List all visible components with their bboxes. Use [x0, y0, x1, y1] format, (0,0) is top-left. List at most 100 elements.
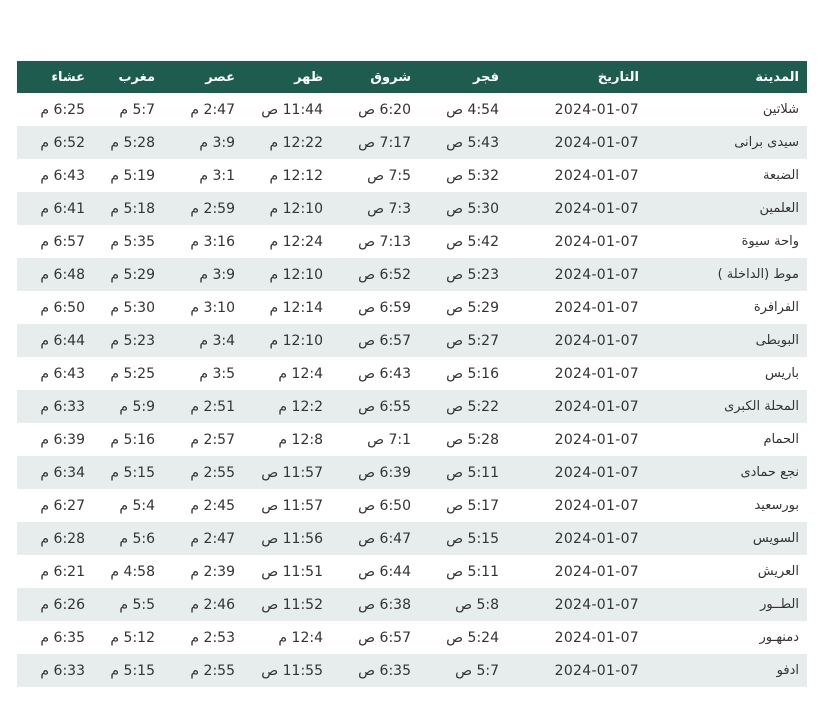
- sunrise-cell: 6:55 ص: [358, 398, 411, 415]
- table-row: نجع حمادى 2024-01-07 5:11 ص 6:39 ص 11:57 ص 2:…: [17, 456, 807, 489]
- dhuhr-cell: 11:51 ص: [261, 563, 323, 580]
- dhuhr-cell: 12:2 م: [278, 398, 323, 415]
- maghrib-cell: 5:19 م: [110, 167, 155, 184]
- date-cell: 2024-01-07: [554, 464, 639, 481]
- date-cell: 2024-01-07: [554, 299, 639, 316]
- table-row: شلاتين 2024-01-07 4:54 ص 6:20 ص 11:44 ص 2:47 …: [17, 93, 807, 126]
- dhuhr-cell: 11:57 ص: [261, 497, 323, 514]
- isha-cell: 6:35 م: [40, 629, 85, 646]
- date-cell: 2024-01-07: [554, 200, 639, 217]
- city-cell: سيدى برانى: [734, 135, 799, 150]
- table-row: سيدى برانى 2024-01-07 5:43 ص 7:17 ص 12:22 م 3…: [17, 126, 807, 159]
- maghrib-cell: 5:7 م: [119, 101, 155, 118]
- date-cell: 2024-01-07: [554, 365, 639, 382]
- column-header-city: المدينة: [755, 69, 799, 85]
- city-cell: ادفو: [776, 663, 799, 678]
- date-cell: 2024-01-07: [554, 134, 639, 151]
- city-cell: الطــور: [760, 597, 799, 612]
- dhuhr-cell: 12:22 م: [269, 134, 323, 151]
- sunrise-cell: 7:5 ص: [367, 167, 411, 184]
- date-cell: 2024-01-07: [554, 563, 639, 580]
- asr-cell: 2:47 م: [190, 530, 235, 547]
- date-cell: 2024-01-07: [554, 233, 639, 250]
- dhuhr-cell: 11:55 ص: [261, 662, 323, 679]
- asr-cell: 3:9 م: [199, 134, 235, 151]
- asr-cell: 2:57 م: [190, 431, 235, 448]
- isha-cell: 6:57 م: [40, 233, 85, 250]
- maghrib-cell: 5:9 م: [119, 398, 155, 415]
- isha-cell: 6:26 م: [40, 596, 85, 613]
- sunrise-cell: 6:59 ص: [358, 299, 411, 316]
- maghrib-cell: 5:6 م: [119, 530, 155, 547]
- isha-cell: 6:33 م: [40, 662, 85, 679]
- maghrib-cell: 5:5 م: [119, 596, 155, 613]
- sunrise-cell: 7:17 ص: [358, 134, 411, 151]
- sunrise-cell: 6:35 ص: [358, 662, 411, 679]
- maghrib-cell: 5:29 م: [110, 266, 155, 283]
- dhuhr-cell: 11:44 ص: [261, 101, 323, 118]
- city-cell: البويطى: [755, 333, 799, 348]
- asr-cell: 2:51 م: [190, 398, 235, 415]
- fajr-cell: 5:22 ص: [446, 398, 499, 415]
- fajr-cell: 5:17 ص: [446, 497, 499, 514]
- isha-cell: 6:48 م: [40, 266, 85, 283]
- dhuhr-cell: 12:10 م: [269, 200, 323, 217]
- date-cell: 2024-01-07: [554, 662, 639, 679]
- city-cell: واحة سيوة: [741, 234, 799, 249]
- column-header-dhuhr: ظهر: [294, 69, 323, 85]
- sunrise-cell: 7:3 ص: [367, 200, 411, 217]
- isha-cell: 6:44 م: [40, 332, 85, 349]
- maghrib-cell: 5:25 م: [110, 365, 155, 382]
- sunrise-cell: 6:57 ص: [358, 629, 411, 646]
- table-row: الطــور 2024-01-07 5:8 ص 6:38 ص 11:52 ص 2:46 …: [17, 588, 807, 621]
- fajr-cell: 5:11 ص: [446, 563, 499, 580]
- fajr-cell: 5:28 ص: [446, 431, 499, 448]
- city-cell: نجع حمادى: [740, 465, 799, 480]
- date-cell: 2024-01-07: [554, 332, 639, 349]
- table-row: دمنهـور 2024-01-07 5:24 ص 6:57 ص 12:4 م 2:53 …: [17, 621, 807, 654]
- isha-cell: 6:50 م: [40, 299, 85, 316]
- sunrise-cell: 7:13 ص: [358, 233, 411, 250]
- isha-cell: 6:28 م: [40, 530, 85, 547]
- dhuhr-cell: 11:57 ص: [261, 464, 323, 481]
- asr-cell: 3:9 م: [199, 266, 235, 283]
- maghrib-cell: 5:15 م: [110, 464, 155, 481]
- asr-cell: 2:55 م: [190, 464, 235, 481]
- dhuhr-cell: 11:56 ص: [261, 530, 323, 547]
- sunrise-cell: 6:38 ص: [358, 596, 411, 613]
- dhuhr-cell: 11:52 ص: [261, 596, 323, 613]
- table-row: الحمام 2024-01-07 5:28 ص 7:1 ص 12:8 م 2:57 م 5…: [17, 423, 807, 456]
- table-header-row: المدينة التاريخ فجر شروق ظهر عصر مغرب عش…: [17, 61, 807, 93]
- date-cell: 2024-01-07: [554, 431, 639, 448]
- fajr-cell: 5:29 ص: [446, 299, 499, 316]
- date-cell: 2024-01-07: [554, 629, 639, 646]
- dhuhr-cell: 12:4 م: [278, 629, 323, 646]
- city-cell: بورسعيد: [754, 498, 799, 513]
- column-header-isha: عشاء: [51, 69, 85, 85]
- table-row: البويطى 2024-01-07 5:27 ص 6:57 ص 12:10 م 3:4 …: [17, 324, 807, 357]
- asr-cell: 3:10 م: [190, 299, 235, 316]
- city-cell: السويس: [752, 531, 799, 546]
- fajr-cell: 5:42 ص: [446, 233, 499, 250]
- table-row: الفرافرة 2024-01-07 5:29 ص 6:59 ص 12:14 م 3:1…: [17, 291, 807, 324]
- sunrise-cell: 6:20 ص: [358, 101, 411, 118]
- asr-cell: 2:59 م: [190, 200, 235, 217]
- table-row: العلمين 2024-01-07 5:30 ص 7:3 ص 12:10 م 2:59 …: [17, 192, 807, 225]
- table-header: المدينة التاريخ فجر شروق ظهر عصر مغرب عش…: [17, 61, 807, 93]
- fajr-cell: 5:24 ص: [446, 629, 499, 646]
- table-row: المحلة الكبرى 2024-01-07 5:22 ص 6:55 ص 12:2 …: [17, 390, 807, 423]
- city-cell: موط (الداخلة ): [717, 267, 799, 282]
- asr-cell: 2:55 م: [190, 662, 235, 679]
- sunrise-cell: 6:43 ص: [358, 365, 411, 382]
- table-body: شلاتين 2024-01-07 4:54 ص 6:20 ص 11:44 ص 2:47 …: [17, 93, 807, 687]
- date-cell: 2024-01-07: [554, 530, 639, 547]
- table-row: ادفو 2024-01-07 5:7 ص 6:35 ص 11:55 ص 2:55 م 5:…: [17, 654, 807, 687]
- column-header-date: التاريخ: [597, 69, 639, 85]
- dhuhr-cell: 12:10 م: [269, 266, 323, 283]
- isha-cell: 6:41 م: [40, 200, 85, 217]
- date-cell: 2024-01-07: [554, 398, 639, 415]
- sunrise-cell: 6:57 ص: [358, 332, 411, 349]
- date-cell: 2024-01-07: [554, 596, 639, 613]
- asr-cell: 3:4 م: [199, 332, 235, 349]
- column-header-fajr: فجر: [473, 69, 499, 85]
